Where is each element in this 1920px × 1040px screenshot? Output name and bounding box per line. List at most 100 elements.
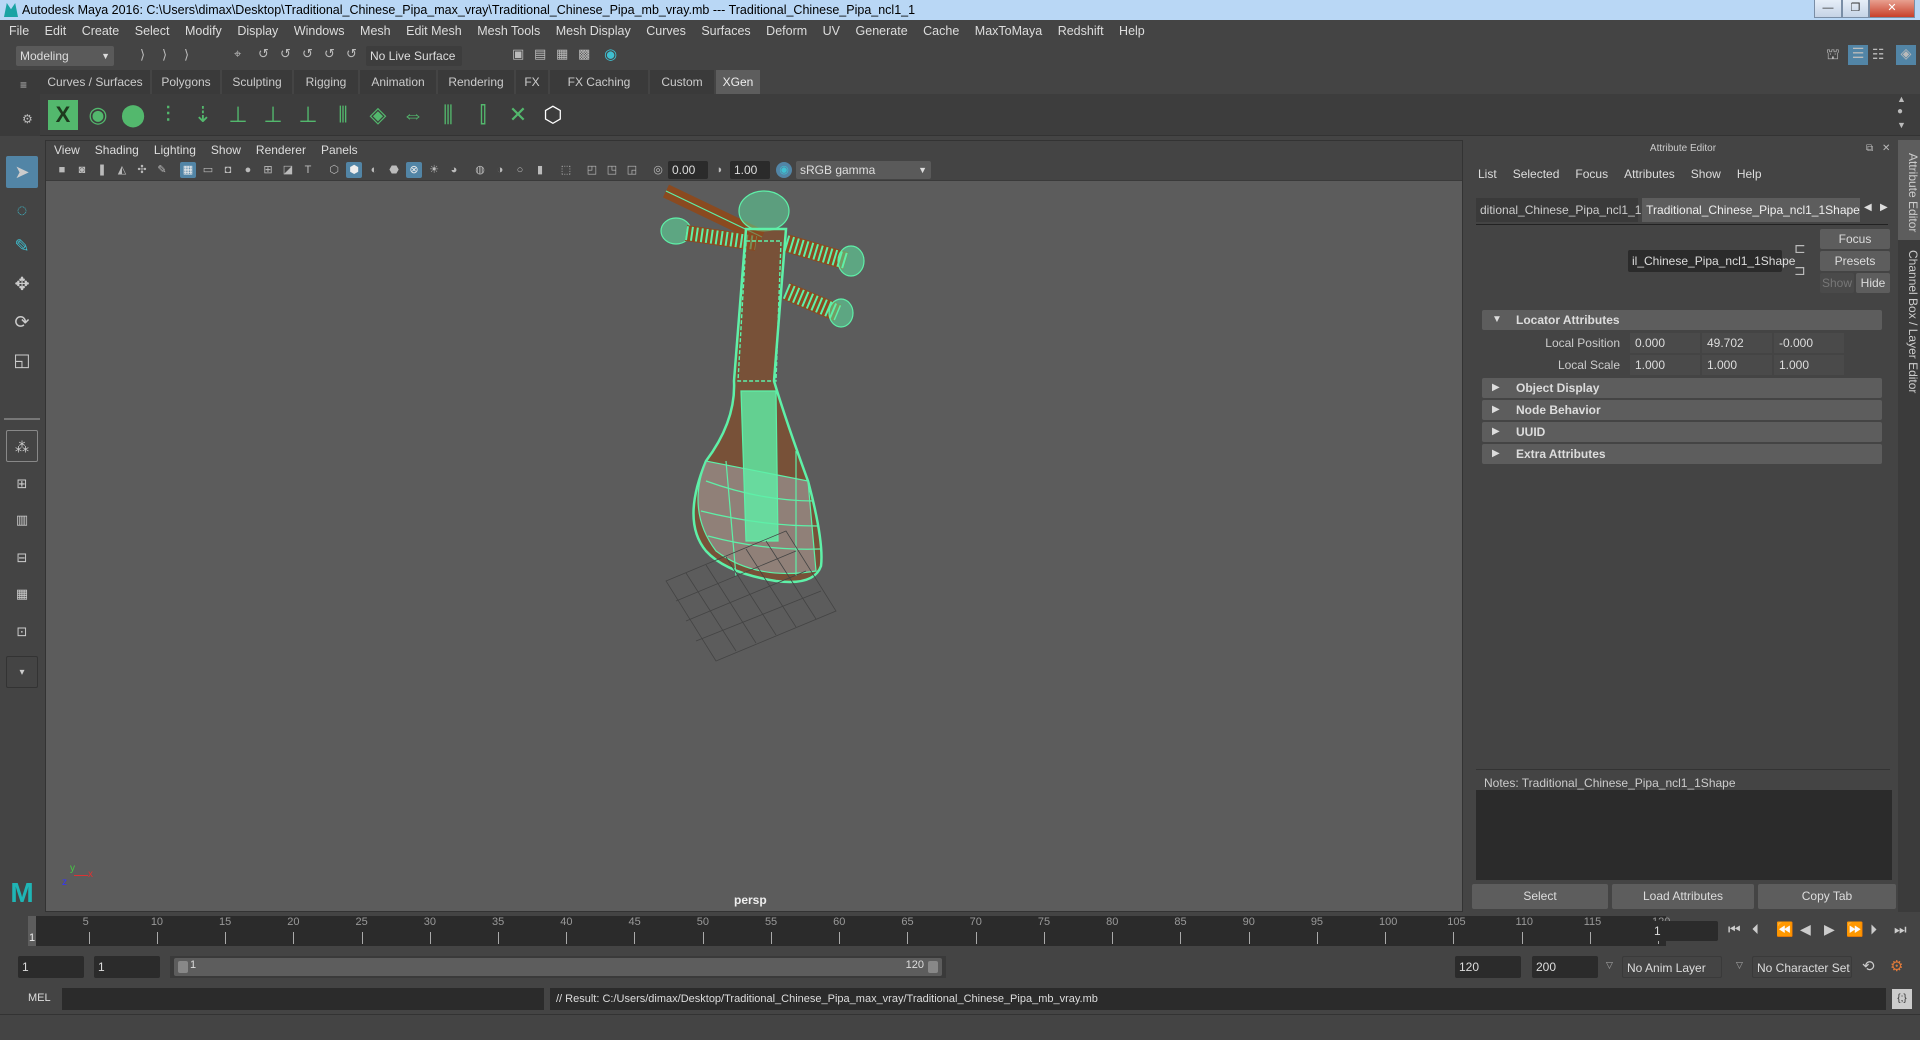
character-set-dropdown-icon[interactable]: ▽ xyxy=(1736,960,1743,971)
guide-mirror-icon[interactable]: ⇔ xyxy=(398,100,428,130)
preview-icon[interactable]: ◉ xyxy=(83,100,113,130)
2d-pan-zoom-icon[interactable]: ✣ xyxy=(134,162,150,178)
ae-menu-show[interactable]: Show xyxy=(1691,167,1721,181)
exposure-icon[interactable]: ◎ xyxy=(650,162,666,178)
snap-view-icon[interactable]: ↺ xyxy=(302,46,313,62)
viewport-menu-show[interactable]: Show xyxy=(211,143,241,157)
gamma-field[interactable]: 1.00 xyxy=(730,161,770,179)
viewport-menu-renderer[interactable]: Renderer xyxy=(256,143,306,157)
menu-deform[interactable]: Deform xyxy=(766,24,807,38)
shadows-icon[interactable]: ◕ xyxy=(446,162,462,178)
grease-pencil-icon[interactable]: ✎ xyxy=(154,162,170,178)
toggle-guide-icon[interactable]: ⫴ xyxy=(328,100,358,130)
script-language-toggle[interactable]: MEL xyxy=(28,992,51,1004)
xray-joints-icon[interactable]: ◳ xyxy=(604,162,620,178)
delete-guides-icon[interactable]: ✕ xyxy=(503,100,533,130)
textured-icon[interactable]: ⊗ xyxy=(406,162,422,178)
menu-cache[interactable]: Cache xyxy=(923,24,959,38)
color-space-dropdown[interactable]: sRGB gamma ▼ xyxy=(796,161,931,179)
pipa-model[interactable] xyxy=(646,181,906,671)
ambient-occlusion-icon[interactable]: ◍ xyxy=(472,162,488,178)
load-attributes-button[interactable]: Load Attributes xyxy=(1612,884,1754,909)
wireframe-on-shaded-icon[interactable]: ⬣ xyxy=(386,162,402,178)
anti-aliasing-icon[interactable]: ○ xyxy=(512,162,528,178)
resolution-gate-icon[interactable]: ◘ xyxy=(220,162,236,178)
menu-maxtomaya[interactable]: MaxToMaya xyxy=(975,24,1042,38)
render-sequence-icon[interactable]: ▤ xyxy=(534,46,546,62)
ae-menu-attributes[interactable]: Attributes xyxy=(1624,167,1675,181)
range-start-handle[interactable] xyxy=(178,961,188,973)
playback-end-field[interactable]: 120 xyxy=(1455,956,1521,978)
isolate-select-icon[interactable]: ⬚ xyxy=(558,162,574,178)
field-chart-icon[interactable]: ⊞ xyxy=(260,162,276,178)
create-guides-icon[interactable]: ⫶ xyxy=(153,100,183,130)
shelf-tab-fx-caching[interactable]: FX Caching xyxy=(550,70,648,94)
hide-button[interactable]: Hide xyxy=(1856,273,1890,293)
notes-textarea[interactable] xyxy=(1476,790,1892,880)
shelf-tab-rigging[interactable]: Rigging xyxy=(294,70,358,94)
side-tab-attribute-editor[interactable]: Attribute Editor xyxy=(1898,140,1920,240)
close-button[interactable]: ✕ xyxy=(1869,0,1915,18)
menu-modify[interactable]: Modify xyxy=(185,24,222,38)
play-backwards-icon[interactable]: ◀ xyxy=(1800,921,1811,938)
ae-menu-help[interactable]: Help xyxy=(1737,167,1762,181)
animation-preferences-icon[interactable]: ⚙ xyxy=(1890,957,1903,975)
xgen-interactive-icon[interactable]: ⬡ xyxy=(538,100,568,130)
playback-start-field[interactable]: 1 xyxy=(94,956,160,978)
shelf-scroll[interactable]: ▲ ● ▼ xyxy=(1893,94,1913,134)
clear-preview-icon[interactable]: ⬤ xyxy=(118,100,148,130)
range-bar[interactable]: 1 120 xyxy=(174,958,942,976)
rotate-tool-icon[interactable]: ⟳ xyxy=(6,306,38,338)
shelf-tab-fx[interactable]: FX xyxy=(516,70,548,94)
tab-transform-node[interactable]: ditional_Chinese_Pipa_ncl1_1 xyxy=(1476,198,1641,222)
step-forward-key-icon[interactable]: ⏩ xyxy=(1846,921,1863,938)
viewport-menu-shading[interactable]: Shading xyxy=(95,143,139,157)
shelf-tab-sculpting[interactable]: Sculpting xyxy=(222,70,292,94)
camera-select-icon[interactable]: ■ xyxy=(54,162,70,178)
select-guide-icon[interactable]: ⊥ xyxy=(258,100,288,130)
menu-set-arrow-icon[interactable]: ⟩ xyxy=(140,47,145,63)
wireframe-icon[interactable]: ⬡ xyxy=(326,162,342,178)
menu-redshift[interactable]: Redshift xyxy=(1058,24,1104,38)
shelf-tab-rendering[interactable]: Rendering xyxy=(438,70,514,94)
select-button[interactable]: Select xyxy=(1472,884,1608,909)
node-name-field[interactable]: il_Chinese_Pipa_ncl1_1Shape xyxy=(1628,250,1795,272)
snap-point-icon[interactable]: ↺ xyxy=(280,46,291,62)
render-settings-icon[interactable]: ▩ xyxy=(578,46,590,62)
smooth-shade-icon[interactable]: ⬢ xyxy=(346,162,362,178)
menu-curves[interactable]: Curves xyxy=(646,24,686,38)
animation-start-field[interactable]: 1 xyxy=(18,956,84,978)
current-frame-field[interactable]: 1 xyxy=(1650,921,1718,941)
rebuild-icon[interactable]: ⫿ xyxy=(468,100,498,130)
live-surface-field[interactable]: No Live Surface xyxy=(366,46,462,66)
modeling-toolkit-icon[interactable]: ⛫ xyxy=(1826,46,1840,65)
render-frame-icon[interactable]: ▣ xyxy=(512,46,524,62)
section-object-display[interactable]: ▶ Object Display xyxy=(1482,378,1882,398)
side-tab-channel-box[interactable]: Channel Box / Layer Editor xyxy=(1898,244,1920,394)
step-back-key-icon[interactable]: ⏪ xyxy=(1776,921,1793,938)
section-uuid[interactable]: ▶ UUID xyxy=(1482,422,1882,442)
float-panel-icon[interactable]: ⧉ xyxy=(1866,143,1873,154)
menu-mesh-tools[interactable]: Mesh Tools xyxy=(477,24,540,38)
xray-icon[interactable]: ◰ xyxy=(584,162,600,178)
local-scale-x[interactable]: 1.000 xyxy=(1630,355,1700,375)
script-editor-icon[interactable]: {;} xyxy=(1892,989,1912,1009)
viewport-persp[interactable]: View Shading Lighting Show Renderer Panels ■ … xyxy=(45,140,1463,912)
tab-scroll-left-icon[interactable]: ◀ xyxy=(1864,202,1872,213)
lock-guide-icon[interactable]: ⊥ xyxy=(293,100,323,130)
local-scale-z[interactable]: 1.000 xyxy=(1774,355,1844,375)
channel-box-toggle-icon[interactable]: ◈ xyxy=(1896,45,1916,65)
snap-live-icon[interactable]: ↺ xyxy=(346,46,357,62)
ae-menu-focus[interactable]: Focus xyxy=(1575,167,1608,181)
lasso-tool-icon[interactable]: ◌ xyxy=(6,194,38,226)
range-end-handle[interactable] xyxy=(928,961,938,973)
menu-edit[interactable]: Edit xyxy=(45,24,67,38)
move-tool-icon[interactable]: ✥ xyxy=(6,268,38,300)
menu-mesh[interactable]: Mesh xyxy=(360,24,391,38)
gear-icon[interactable]: ⚙ xyxy=(22,112,33,126)
outliner-persp-layout-icon[interactable]: ▥ xyxy=(6,504,38,536)
safe-action-icon[interactable]: ◪ xyxy=(280,162,296,178)
snap-curve-icon[interactable]: ↺ xyxy=(258,46,269,62)
add-guide-icon[interactable]: ⊥ xyxy=(223,100,253,130)
shelf-tab-animation[interactable]: Animation xyxy=(360,70,436,94)
